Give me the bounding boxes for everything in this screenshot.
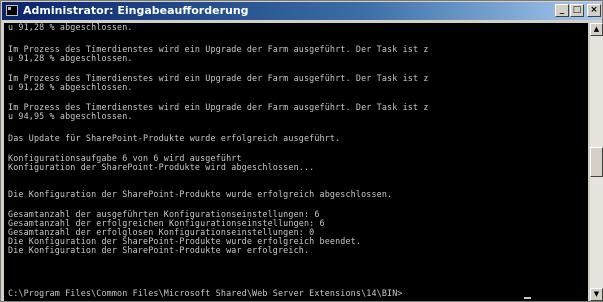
- console-line: u 91,28 % abgeschlossen.: [8, 23, 133, 32]
- console-line: Die Konfiguration der SharePoint-Produkt…: [8, 245, 310, 255]
- command-prompt-line[interactable]: C:\Program Files\Common Files\Microsoft …: [8, 289, 403, 298]
- console-output[interactable]: u 91,28 % abgeschlossen. Im Prozess des …: [4, 23, 588, 301]
- console-line: Konfiguration der SharePoint-Produkte wi…: [8, 162, 315, 172]
- console-line: u 94,95 % abgeschlossen.: [8, 111, 133, 121]
- command-prompt-icon[interactable]: [6, 5, 18, 16]
- scroll-down-button[interactable]: ▼: [590, 288, 603, 301]
- maximize-button[interactable]: □: [570, 4, 584, 17]
- console-line: u 91,28 % abgeschlossen.: [8, 53, 133, 63]
- close-button[interactable]: ×: [587, 4, 601, 17]
- scroll-up-button[interactable]: ▲: [590, 23, 603, 36]
- vertical-scrollbar[interactable]: ▲ ▼: [590, 23, 603, 301]
- console-line: u 91,28 % abgeschlossen.: [8, 82, 133, 92]
- minimize-button[interactable]: _: [555, 4, 569, 17]
- scrollbar-thumb[interactable]: [590, 147, 603, 177]
- text-cursor: [524, 297, 531, 299]
- window-title: Administrator: Eingabeaufforderung: [23, 4, 249, 17]
- title-bar[interactable]: Administrator: Eingabeaufforderung _ □ ×: [2, 2, 601, 20]
- command-prompt-window: Administrator: Eingabeaufforderung _ □ ×…: [0, 0, 603, 302]
- console-line: Das Update für SharePoint-Produkte wurde…: [8, 133, 341, 143]
- console-line: Die Konfiguration der SharePoint-Produkt…: [8, 189, 393, 199]
